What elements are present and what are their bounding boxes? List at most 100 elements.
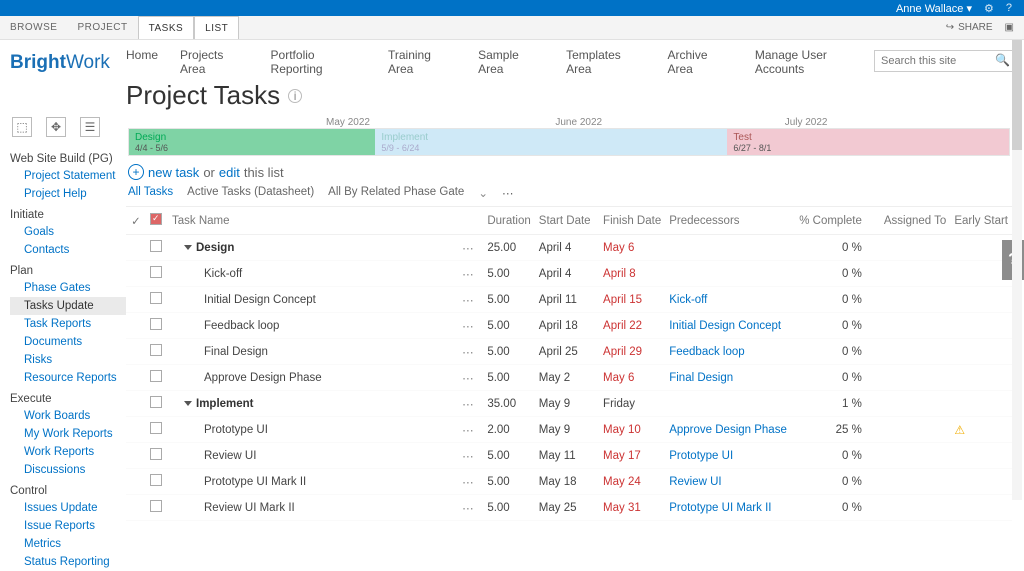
move-icon[interactable]: ✥ bbox=[46, 117, 66, 137]
search-icon[interactable]: 🔍 bbox=[995, 53, 1010, 67]
tab-project[interactable]: PROJECT bbox=[67, 16, 137, 39]
new-task-link[interactable]: new task bbox=[148, 165, 199, 180]
sidebar-item-goals[interactable]: Goals bbox=[10, 223, 126, 241]
info-icon[interactable]: i bbox=[288, 89, 302, 103]
col-select-all[interactable]: ✓ bbox=[126, 207, 146, 235]
view-more[interactable]: ⋯ bbox=[502, 186, 516, 200]
sidebar-item-phasegates[interactable]: Phase Gates bbox=[10, 279, 126, 297]
col-pct[interactable]: % Complete bbox=[795, 207, 880, 235]
col-es[interactable]: Early Start bbox=[950, 207, 1012, 235]
table-row[interactable]: Design ⋯ 25.00 April 4 May 6 0 % bbox=[126, 235, 1012, 261]
col-complete-toggle[interactable] bbox=[146, 207, 168, 235]
timeline-bar-design[interactable]: Design 4/4 - 5/6 bbox=[129, 129, 375, 155]
table-row[interactable]: Prototype UI Mark II ⋯ 5.00 May 18 May 2… bbox=[126, 469, 1012, 495]
table-row[interactable]: Prototype UI ⋯ 2.00 May 9 May 10 Approve… bbox=[126, 417, 1012, 443]
search-input[interactable] bbox=[874, 50, 1014, 72]
new-task-icon[interactable]: + bbox=[128, 164, 144, 180]
sidebar-item-workreports[interactable]: Work Reports bbox=[10, 443, 126, 461]
row-menu[interactable]: ⋯ bbox=[453, 235, 483, 261]
row-menu[interactable]: ⋯ bbox=[453, 287, 483, 313]
nav-sample[interactable]: Sample Area bbox=[478, 48, 544, 76]
sidebar-item-metrics[interactable]: Metrics bbox=[10, 535, 126, 553]
table-row[interactable]: Approve Design Phase ⋯ 5.00 May 2 May 6 … bbox=[126, 365, 1012, 391]
row-checkbox[interactable] bbox=[150, 240, 162, 252]
col-taskname[interactable]: Task Name bbox=[168, 207, 453, 235]
sidebar-item-taskreports[interactable]: Task Reports bbox=[10, 315, 126, 333]
timeline-bar-test[interactable]: Test 6/27 - 8/1 bbox=[727, 129, 1009, 155]
row-checkbox[interactable] bbox=[150, 474, 162, 486]
sidebar-item-risks[interactable]: Risks bbox=[10, 351, 126, 369]
timeline-bar-implement[interactable]: Implement 5/9 - 6/24 bbox=[375, 129, 727, 155]
row-checkbox[interactable] bbox=[150, 266, 162, 278]
chevron-down-icon[interactable]: ⌄ bbox=[478, 186, 488, 200]
sidebar-item-issuereports[interactable]: Issue Reports bbox=[10, 517, 126, 535]
upload-icon[interactable]: ⬚ bbox=[12, 117, 32, 137]
col-start[interactable]: Start Date bbox=[535, 207, 599, 235]
sidebar-item-issuesupdate[interactable]: Issues Update bbox=[10, 499, 126, 517]
sidebar-item-help[interactable]: Project Help bbox=[10, 185, 126, 203]
row-menu[interactable]: ⋯ bbox=[453, 521, 483, 527]
focus-icon[interactable]: ▣ bbox=[1005, 22, 1014, 33]
sidebar-item-statusreporting[interactable]: Status Reporting bbox=[10, 553, 126, 571]
nav-templates[interactable]: Templates Area bbox=[566, 48, 645, 76]
edit-list-link[interactable]: edit bbox=[219, 165, 240, 180]
list-icon[interactable]: ☰ bbox=[80, 117, 100, 137]
user-menu[interactable]: Anne Wallace ▾ bbox=[896, 2, 972, 15]
sidebar-group-control[interactable]: Control bbox=[10, 483, 126, 499]
table-row[interactable]: Initial Design Concept ⋯ 5.00 April 11 A… bbox=[126, 287, 1012, 313]
row-checkbox[interactable] bbox=[150, 448, 162, 460]
nav-users[interactable]: Manage User Accounts bbox=[755, 48, 874, 76]
row-menu[interactable]: ⋯ bbox=[453, 391, 483, 417]
col-finish[interactable]: Finish Date bbox=[599, 207, 665, 235]
tab-tasks[interactable]: TASKS bbox=[138, 16, 195, 39]
scrollbar[interactable] bbox=[1012, 40, 1022, 500]
col-pred[interactable]: Predecessors bbox=[665, 207, 795, 235]
row-menu[interactable]: ⋯ bbox=[453, 469, 483, 495]
sidebar-item-contacts[interactable]: Contacts bbox=[10, 241, 126, 259]
sidebar-group-execute[interactable]: Execute bbox=[10, 391, 126, 407]
tab-browse[interactable]: BROWSE bbox=[0, 16, 67, 39]
gear-icon[interactable]: ⚙ bbox=[984, 2, 994, 15]
nav-projects[interactable]: Projects Area bbox=[180, 48, 249, 76]
sidebar-group-plan[interactable]: Plan bbox=[10, 263, 126, 279]
sidebar-group-initiate[interactable]: Initiate bbox=[10, 207, 126, 223]
nav-training[interactable]: Training Area bbox=[388, 48, 456, 76]
sidebar-item-statement[interactable]: Project Statement bbox=[10, 167, 126, 185]
row-menu[interactable]: ⋯ bbox=[453, 313, 483, 339]
row-checkbox[interactable] bbox=[150, 500, 162, 512]
view-active[interactable]: Active Tasks (Datasheet) bbox=[187, 186, 314, 200]
table-row[interactable]: Final Build ⋯ 5.00 June 1 June 7 Review … bbox=[126, 521, 1012, 527]
row-checkbox[interactable] bbox=[150, 344, 162, 356]
logo[interactable]: BrightWork bbox=[10, 48, 126, 74]
table-row[interactable]: Kick-off ⋯ 5.00 April 4 April 8 0 % bbox=[126, 261, 1012, 287]
sidebar-item-documents[interactable]: Documents bbox=[10, 333, 126, 351]
row-checkbox[interactable] bbox=[150, 396, 162, 408]
tab-list[interactable]: LIST bbox=[194, 16, 239, 39]
view-phasegate[interactable]: All By Related Phase Gate bbox=[328, 186, 464, 200]
sidebar-item-resourcereports[interactable]: Resource Reports bbox=[10, 369, 126, 387]
sidebar-item-workboards[interactable]: Work Boards bbox=[10, 407, 126, 425]
row-checkbox[interactable] bbox=[150, 318, 162, 330]
sidebar-item-myworkreports[interactable]: My Work Reports bbox=[10, 425, 126, 443]
sidebar-item-tasksupdate[interactable]: Tasks Update bbox=[10, 297, 126, 315]
row-checkbox[interactable] bbox=[150, 370, 162, 382]
row-menu[interactable]: ⋯ bbox=[453, 365, 483, 391]
help-icon[interactable]: ? bbox=[1006, 2, 1012, 14]
table-row[interactable]: Implement ⋯ 35.00 May 9 Friday 1 % bbox=[126, 391, 1012, 417]
sidebar-item-discussions[interactable]: Discussions bbox=[10, 461, 126, 479]
row-menu[interactable]: ⋯ bbox=[453, 443, 483, 469]
table-row[interactable]: Review UI ⋯ 5.00 May 11 May 17 Prototype… bbox=[126, 443, 1012, 469]
row-checkbox[interactable] bbox=[150, 292, 162, 304]
table-row[interactable]: Feedback loop ⋯ 5.00 April 18 April 22 I… bbox=[126, 313, 1012, 339]
nav-home[interactable]: Home bbox=[126, 48, 158, 76]
row-menu[interactable]: ⋯ bbox=[453, 417, 483, 443]
sidebar-group-project[interactable]: Web Site Build (PG) bbox=[10, 151, 126, 167]
share-link[interactable]: ↪ SHARE bbox=[946, 22, 993, 33]
row-menu[interactable]: ⋯ bbox=[453, 261, 483, 287]
table-row[interactable]: Final Design ⋯ 5.00 April 25 April 29 Fe… bbox=[126, 339, 1012, 365]
col-duration[interactable]: Duration bbox=[483, 207, 534, 235]
row-checkbox[interactable] bbox=[150, 422, 162, 434]
col-asg[interactable]: Assigned To bbox=[880, 207, 950, 235]
nav-portfolio[interactable]: Portfolio Reporting bbox=[271, 48, 366, 76]
row-menu[interactable]: ⋯ bbox=[453, 339, 483, 365]
